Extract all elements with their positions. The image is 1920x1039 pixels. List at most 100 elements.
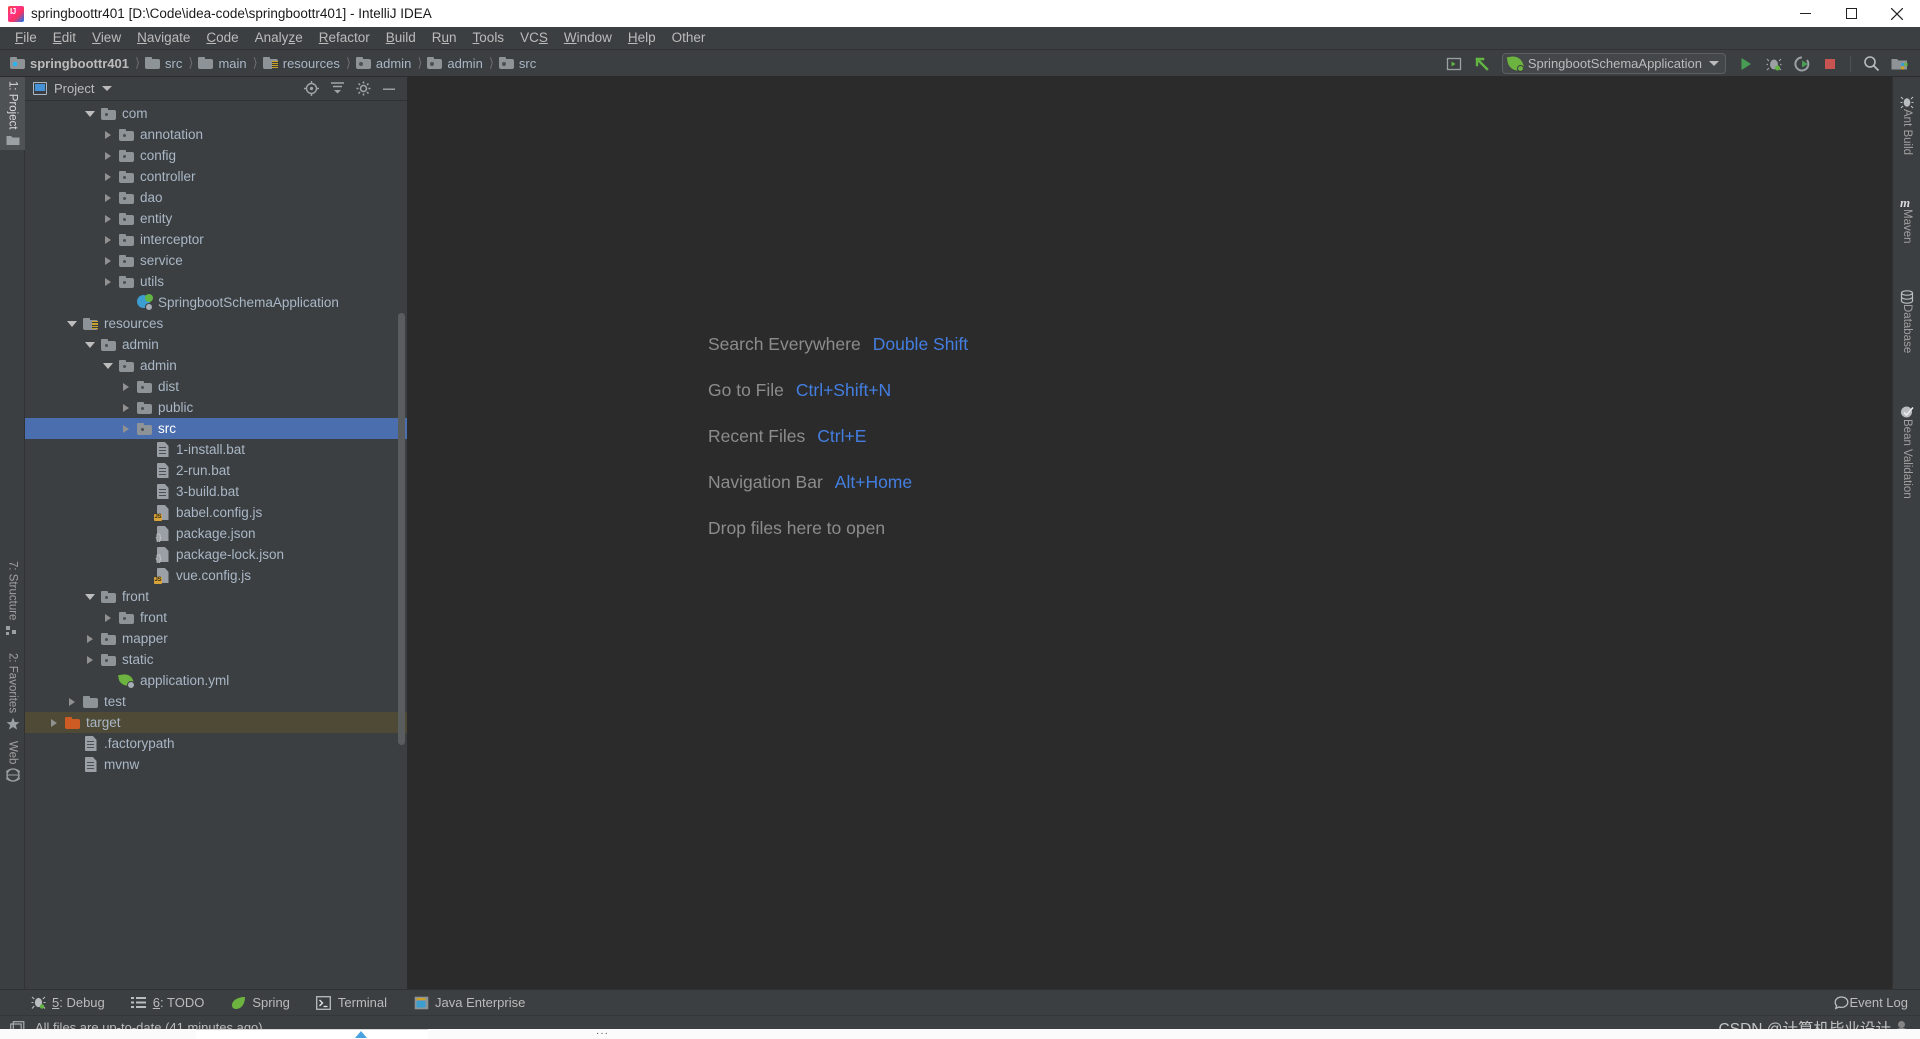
menu-file[interactable]: File <box>7 28 45 48</box>
tree-row[interactable]: dist <box>25 376 407 397</box>
breadcrumb-item-resources[interactable]: resources <box>262 56 340 71</box>
tree-row[interactable]: config <box>25 145 407 166</box>
tree-row[interactable]: interceptor <box>25 229 407 250</box>
menu-tools[interactable]: Tools <box>465 28 513 48</box>
tree-row[interactable]: front <box>25 607 407 628</box>
tree-row[interactable]: controller <box>25 166 407 187</box>
jump-to-source-icon[interactable] <box>1469 52 1495 76</box>
menu-vcs[interactable]: VCS <box>512 28 556 48</box>
chevron-down-icon[interactable] <box>79 110 100 117</box>
debug-icon[interactable] <box>1761 52 1787 76</box>
tree-row[interactable]: target <box>25 712 407 733</box>
sidebar-item-structure[interactable]: 7: Structure <box>0 557 25 640</box>
tree-row[interactable]: 2-run.bat <box>25 460 407 481</box>
hide-icon[interactable] <box>381 81 397 97</box>
tree-row[interactable]: com <box>25 103 407 124</box>
tree-row[interactable]: SpringbootSchemaApplication <box>25 292 407 313</box>
tree-row[interactable]: front <box>25 586 407 607</box>
tree-row[interactable]: service <box>25 250 407 271</box>
chevron-right-icon[interactable] <box>61 697 82 706</box>
menu-navigate[interactable]: Navigate <box>129 28 198 48</box>
tree-row[interactable]: {} package-lock.json <box>25 544 407 565</box>
menu-run[interactable]: Run <box>424 28 465 48</box>
menu-edit[interactable]: Edit <box>45 28 84 48</box>
tree-row[interactable]: utils <box>25 271 407 292</box>
sidebar-item-maven[interactable]: m Maven <box>1893 187 1920 248</box>
menu-analyze[interactable]: Analyze <box>247 28 311 48</box>
tree-row[interactable]: {} package.json <box>25 523 407 544</box>
chevron-down-icon[interactable] <box>61 320 82 327</box>
chevron-right-icon[interactable] <box>115 403 136 412</box>
tree-row[interactable]: entity <box>25 208 407 229</box>
tree-row[interactable]: JS babel.config.js <box>25 502 407 523</box>
tree-row[interactable]: JS vue.config.js <box>25 565 407 586</box>
menu-view[interactable]: View <box>84 28 129 48</box>
chevron-right-icon[interactable] <box>97 256 118 265</box>
search-everywhere-icon[interactable] <box>1858 52 1884 76</box>
chevron-right-icon[interactable] <box>115 382 136 391</box>
tree-row[interactable]: application.yml <box>25 670 407 691</box>
sidebar-item-bean-validation[interactable]: Bean Validation <box>1893 397 1920 503</box>
tree-row[interactable]: mvnw <box>25 754 407 775</box>
close-button[interactable] <box>1874 0 1920 27</box>
run-with-coverage-icon[interactable] <box>1789 52 1815 76</box>
breadcrumb-item-module[interactable]: springboottr401 <box>10 56 129 71</box>
project-tree-scrollbar[interactable] <box>398 313 405 745</box>
tree-row[interactable]: resources <box>25 313 407 334</box>
chevron-down-icon[interactable] <box>102 86 113 91</box>
chevron-right-icon[interactable] <box>97 193 118 202</box>
chevron-right-icon[interactable] <box>97 235 118 244</box>
chevron-right-icon[interactable] <box>97 151 118 160</box>
tree-row[interactable]: static <box>25 649 407 670</box>
chevron-right-icon[interactable] <box>97 172 118 181</box>
chevron-right-icon[interactable] <box>79 634 100 643</box>
breadcrumb-item-admin-2[interactable]: admin <box>427 56 483 71</box>
sidebar-item-favorites[interactable]: 2: Favorites <box>0 649 25 735</box>
tree-row[interactable]: 3-build.bat <box>25 481 407 502</box>
tree-row[interactable]: 1-install.bat <box>25 439 407 460</box>
chevron-right-icon[interactable] <box>43 718 64 727</box>
tree-row[interactable]: src <box>25 418 407 439</box>
run-icon[interactable] <box>1733 52 1759 76</box>
collapse-all-icon[interactable] <box>329 81 345 97</box>
tree-row[interactable]: mapper <box>25 628 407 649</box>
chevron-right-icon[interactable] <box>97 214 118 223</box>
tool-button-event-log[interactable]: Event Log <box>1834 995 1908 1010</box>
menu-other[interactable]: Other <box>664 28 714 48</box>
tool-button-debug[interactable]: 5: Debug <box>30 995 105 1011</box>
sidebar-item-ant-build[interactable]: Ant Build <box>1893 87 1920 159</box>
tool-button-spring[interactable]: Spring <box>230 995 290 1011</box>
maximize-button[interactable] <box>1828 0 1874 27</box>
run-configuration-selector[interactable]: SpringbootSchemaApplication <box>1501 53 1726 74</box>
menu-refactor[interactable]: Refactor <box>311 28 378 48</box>
sidebar-item-database[interactable]: Database <box>1893 282 1920 357</box>
chevron-down-icon[interactable] <box>79 341 100 348</box>
sidebar-item-web[interactable]: Web <box>0 737 25 786</box>
minimize-button[interactable] <box>1782 0 1828 27</box>
tree-row[interactable]: public <box>25 397 407 418</box>
editor-empty-area[interactable]: Search Everywhere Double Shift Go to File C… <box>408 77 1892 989</box>
breadcrumb-item-main[interactable]: main <box>198 56 247 71</box>
project-tree[interactable]: com annotation config controller dao entity in… <box>25 101 407 989</box>
tree-row[interactable]: dao <box>25 187 407 208</box>
tool-button-todo[interactable]: 6: TODO <box>131 995 204 1011</box>
tool-button-terminal[interactable]: Terminal <box>316 995 387 1011</box>
tree-row[interactable]: annotation <box>25 124 407 145</box>
chevron-right-icon[interactable] <box>97 130 118 139</box>
stop-icon[interactable] <box>1817 52 1843 76</box>
settings-gear-icon[interactable] <box>355 81 371 97</box>
chevron-right-icon[interactable] <box>115 424 136 433</box>
scroll-from-source-icon[interactable] <box>303 81 319 97</box>
sidebar-item-project[interactable]: 1: Project <box>0 77 25 150</box>
breadcrumb-item-admin-1[interactable]: admin <box>355 56 411 71</box>
menu-help[interactable]: Help <box>620 28 664 48</box>
chevron-down-icon[interactable] <box>79 593 100 600</box>
breadcrumb-item-src[interactable]: src <box>145 56 182 71</box>
tree-row[interactable]: admin <box>25 334 407 355</box>
chevron-down-icon[interactable] <box>97 362 118 369</box>
chevron-right-icon[interactable] <box>97 613 118 622</box>
chevron-right-icon[interactable] <box>79 655 100 664</box>
tool-button-java-enterprise[interactable]: Java Enterprise <box>413 995 525 1011</box>
breadcrumb-item-src-2[interactable]: src <box>498 56 536 71</box>
select-opened-file-icon[interactable] <box>1441 52 1467 76</box>
